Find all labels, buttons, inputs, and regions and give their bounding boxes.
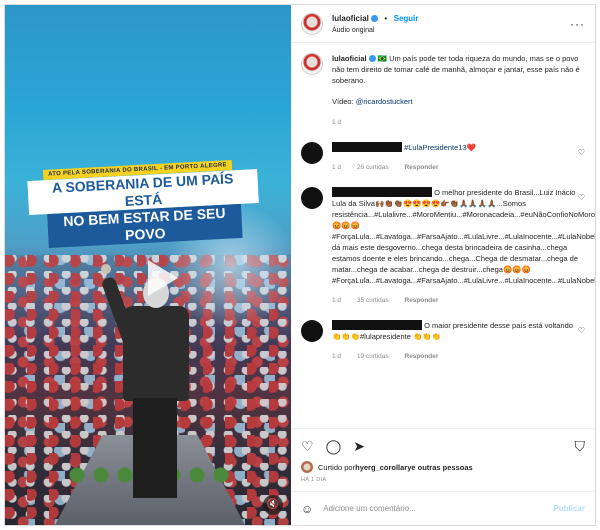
caption-credit: Vídeo: @ricardostuckert <box>332 96 585 107</box>
liked-by-user[interactable]: hyerg_corollary <box>355 463 411 472</box>
comment-like-icon[interactable]: ♡ <box>578 193 585 202</box>
comment-like-icon[interactable]: ♡ <box>578 326 585 335</box>
liked-by-suffix[interactable]: e outras pessoas <box>411 463 472 472</box>
speaker-figure <box>100 264 195 505</box>
redacted-username <box>332 320 422 330</box>
comment-like-icon[interactable]: ♡ <box>578 148 585 157</box>
mute-icon[interactable]: 🔇 <box>263 495 283 515</box>
post-actions: ♡ ◯ ➤ ⛉ Curtido por hyerg_corollary e ou… <box>291 428 595 483</box>
comment-meta: 1 d 26 curtidas Responder <box>332 162 582 173</box>
reply-button[interactable]: Responder <box>404 297 438 304</box>
comment-time: 1 d <box>332 164 342 171</box>
comments-area[interactable]: lulaoficial 🇧🇷 Um país pode ter toda riq… <box>291 43 595 428</box>
audio-label[interactable]: Áudio original <box>332 25 419 37</box>
play-icon[interactable] <box>148 260 178 296</box>
liked-by-avatar[interactable] <box>301 461 313 473</box>
bookmark-icon[interactable]: ⛉ <box>575 438 586 455</box>
author-info: lulaoficial • Seguir Áudio original <box>332 11 419 37</box>
speaker-coat <box>100 264 189 401</box>
redacted-avatar <box>301 187 323 209</box>
publish-button[interactable]: Publicar <box>553 504 585 513</box>
comment-likes[interactable]: 19 curtidas <box>357 353 389 360</box>
flag-icon: 🇧🇷 <box>377 54 388 63</box>
liked-by-prefix: Curtido por <box>318 462 356 472</box>
video-player[interactable]: ATO PELA SOBERANIA DO BRASIL - EM PORTO … <box>5 5 291 525</box>
caption-avatar[interactable] <box>301 53 323 75</box>
comment-meta: 1 d 19 curtidas Responder <box>332 351 582 362</box>
author-avatar[interactable] <box>301 12 323 35</box>
reply-button[interactable]: Responder <box>404 164 438 171</box>
action-icons: ♡ ◯ ➤ ⛉ <box>301 435 585 457</box>
comment-body: #LulaPresidente13❤️ 1 d 26 curtidas Resp… <box>332 142 582 173</box>
credit-mention[interactable]: @ricardostuckert <box>356 97 413 106</box>
post-header: lulaoficial • Seguir Áudio original ··· <box>291 5 595 43</box>
caption-time: 1 d <box>332 119 342 126</box>
post-sidebar: lulaoficial • Seguir Áudio original ··· … <box>291 5 595 525</box>
redacted-avatar <box>301 320 323 342</box>
comment-input[interactable] <box>323 504 554 513</box>
speaker-legs <box>133 398 177 498</box>
comment-item: #LulaPresidente13❤️ 1 d 26 curtidas Resp… <box>301 142 585 173</box>
instagram-post-window: ATO PELA SOBERANIA DO BRASIL - EM PORTO … <box>4 4 596 526</box>
comment-likes[interactable]: 26 curtidas <box>357 164 389 171</box>
comment-time: 1 d <box>332 353 342 360</box>
verified-badge-icon <box>368 55 376 62</box>
follow-button[interactable]: Seguir <box>394 14 419 23</box>
caption-username[interactable]: lulaoficial <box>332 54 367 63</box>
comment-body: O melhor presidente do Brasil...Luiz Iná… <box>332 187 595 306</box>
comment-item: O maior presidente desse país está volta… <box>301 320 585 362</box>
more-options-icon[interactable]: ··· <box>570 17 585 31</box>
like-icon[interactable]: ♡ <box>301 438 314 455</box>
reply-button[interactable]: Responder <box>404 353 438 360</box>
redacted-username <box>332 187 432 197</box>
comment-item: O melhor presidente do Brasil...Luiz Iná… <box>301 187 595 306</box>
caption-body: lulaoficial 🇧🇷 Um país pode ter toda riq… <box>332 53 585 128</box>
verified-badge-icon <box>370 14 378 22</box>
comment-text: O melhor presidente do Brasil...Luiz Iná… <box>332 188 595 285</box>
post-age: HÁ 1 DIA <box>301 477 327 483</box>
microphone-icon <box>101 264 111 274</box>
comment-likes[interactable]: 35 curtidas <box>357 297 389 304</box>
video-headline: A SOBERANIA DE UM PAÍS ESTÁ NO BEM ESTAR… <box>27 169 260 249</box>
add-comment-bar: ☺ Publicar <box>291 491 595 525</box>
comment-time: 1 d <box>332 297 342 304</box>
liked-by: Curtido por hyerg_corollary e outras pes… <box>301 461 585 473</box>
author-username[interactable]: lulaoficial <box>332 14 369 23</box>
comment-body: O maior presidente desse país está volta… <box>332 320 582 362</box>
emoji-icon[interactable]: ☺ <box>301 502 313 516</box>
comment-meta: 1 d 35 curtidas Responder <box>332 295 582 306</box>
share-icon[interactable]: ➤ <box>353 438 365 455</box>
redacted-username <box>332 142 402 152</box>
comment-icon[interactable]: ◯ <box>326 438 342 455</box>
credit-prefix: Vídeo: <box>332 97 356 106</box>
separator-dot: • <box>384 13 388 23</box>
comment-text[interactable]: #LulaPresidente13❤️ <box>404 143 476 152</box>
redacted-avatar <box>301 142 323 164</box>
post-caption: lulaoficial 🇧🇷 Um país pode ter toda riq… <box>301 53 585 128</box>
